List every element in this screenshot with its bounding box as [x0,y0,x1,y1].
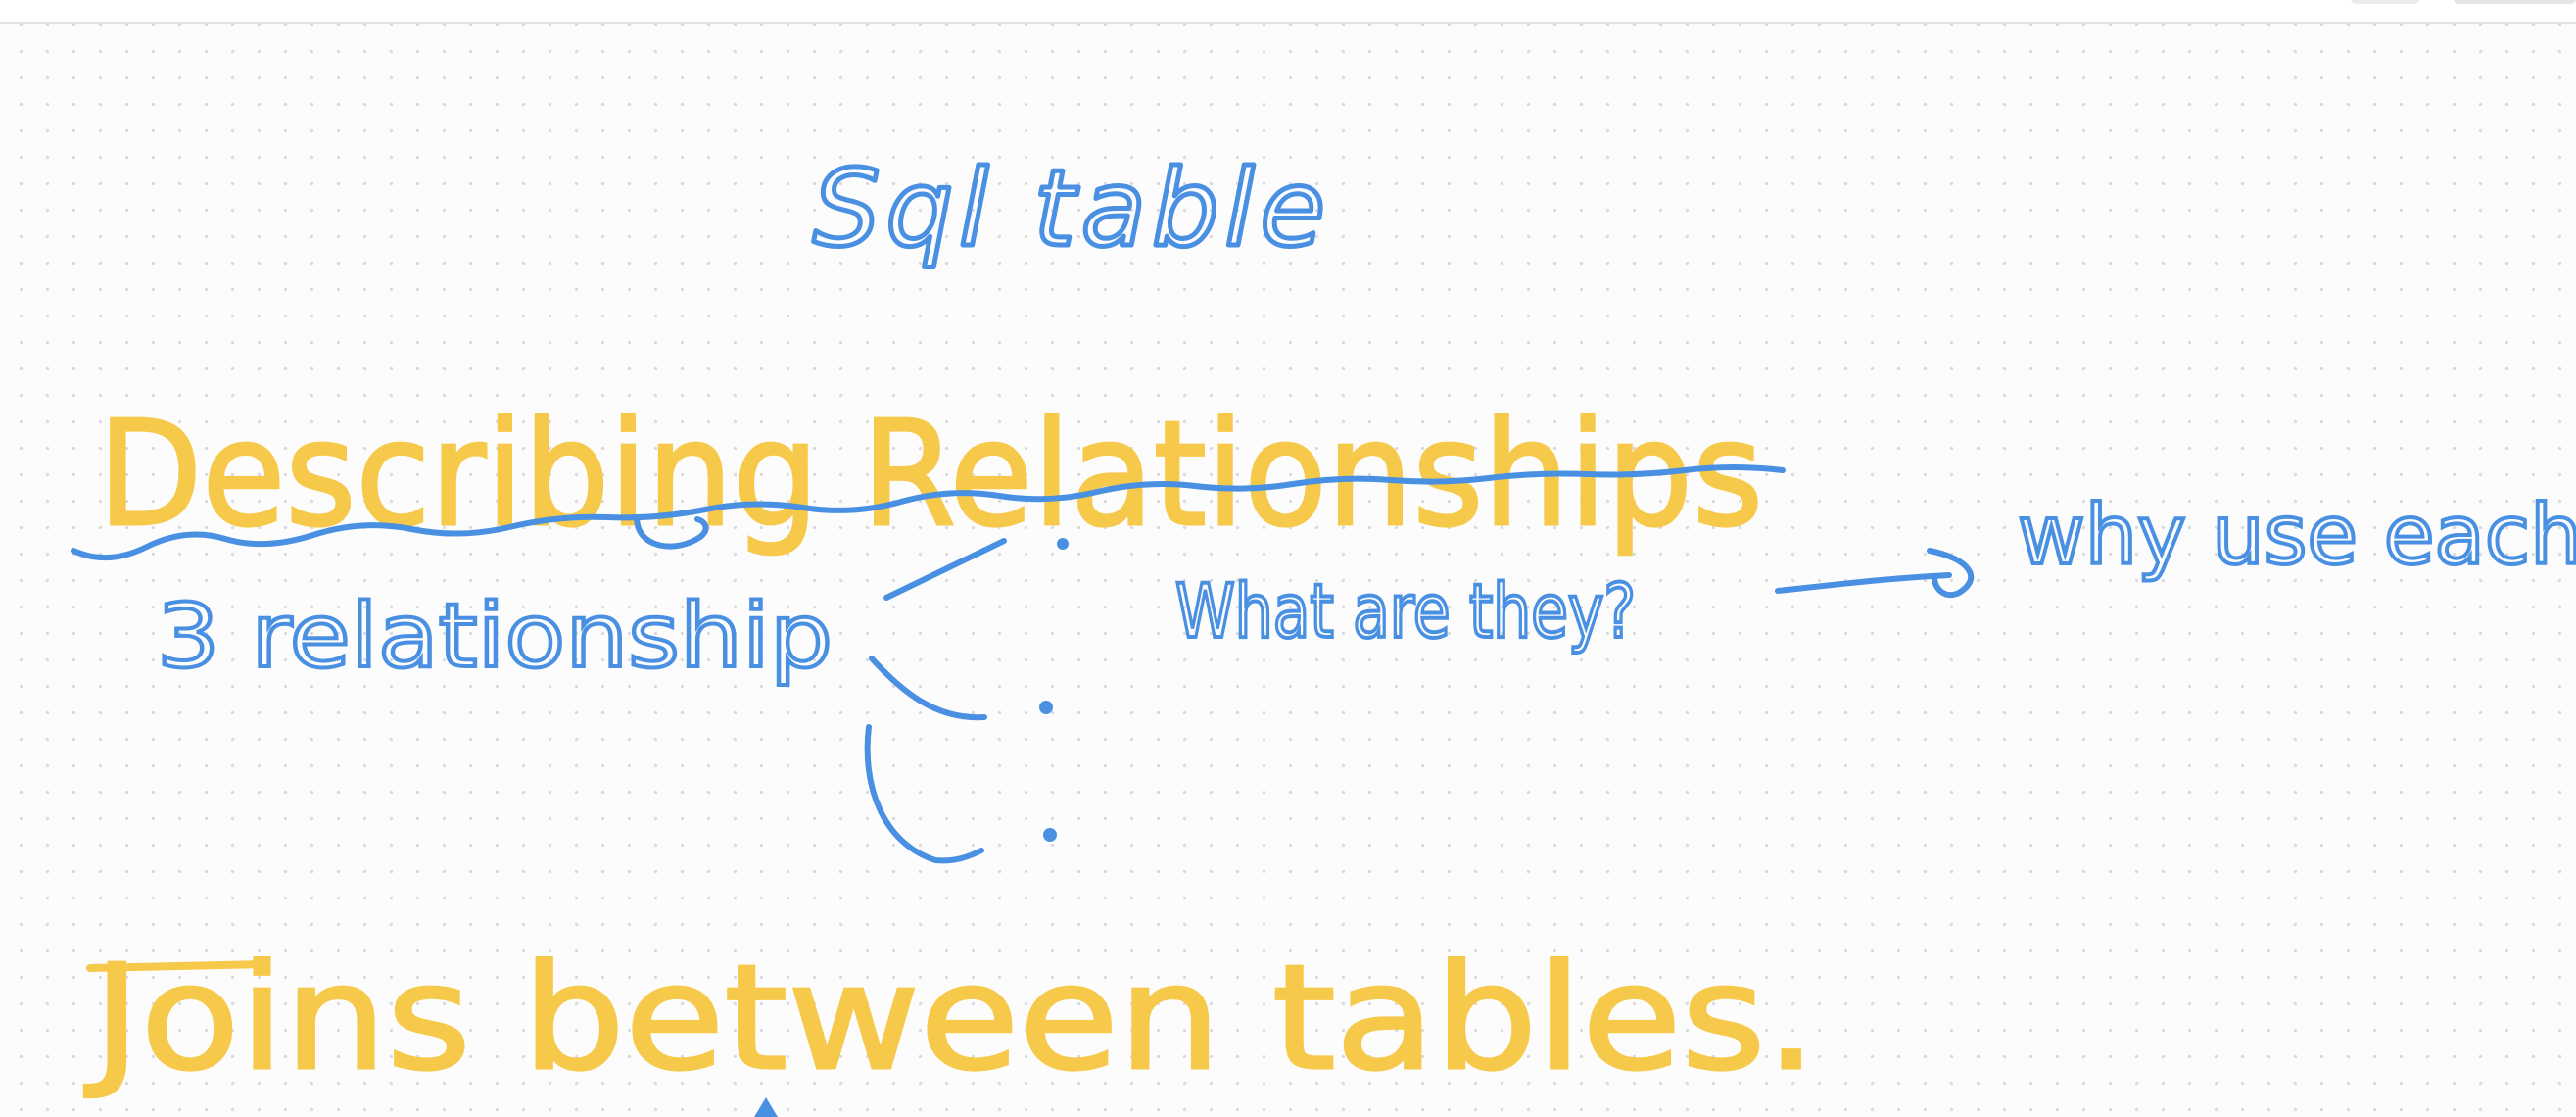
heading-joins-between-tables: Joins between tables. [84,934,1817,1102]
branch-stroke-bottom [864,724,984,864]
branch-stroke-middle [869,656,987,721]
whiteboard-canvas[interactable]: Sql table Describing Relationships 3 rel… [0,0,2576,1117]
note-why-use-text: why use each of them. [2018,487,2576,583]
arrow-stroke [1775,572,1952,594]
note-sql-table: Sql table [813,148,1331,270]
bullet-dot-2 [1039,701,1053,714]
note-what-are-they: What are they? [1175,567,1636,655]
note-why-use: why use each of them. [2018,487,2576,583]
bullet-dot-1 [1057,538,1069,550]
note-three-relationships: 3 relationship [157,585,833,688]
bullet-dot-3 [1043,828,1057,842]
